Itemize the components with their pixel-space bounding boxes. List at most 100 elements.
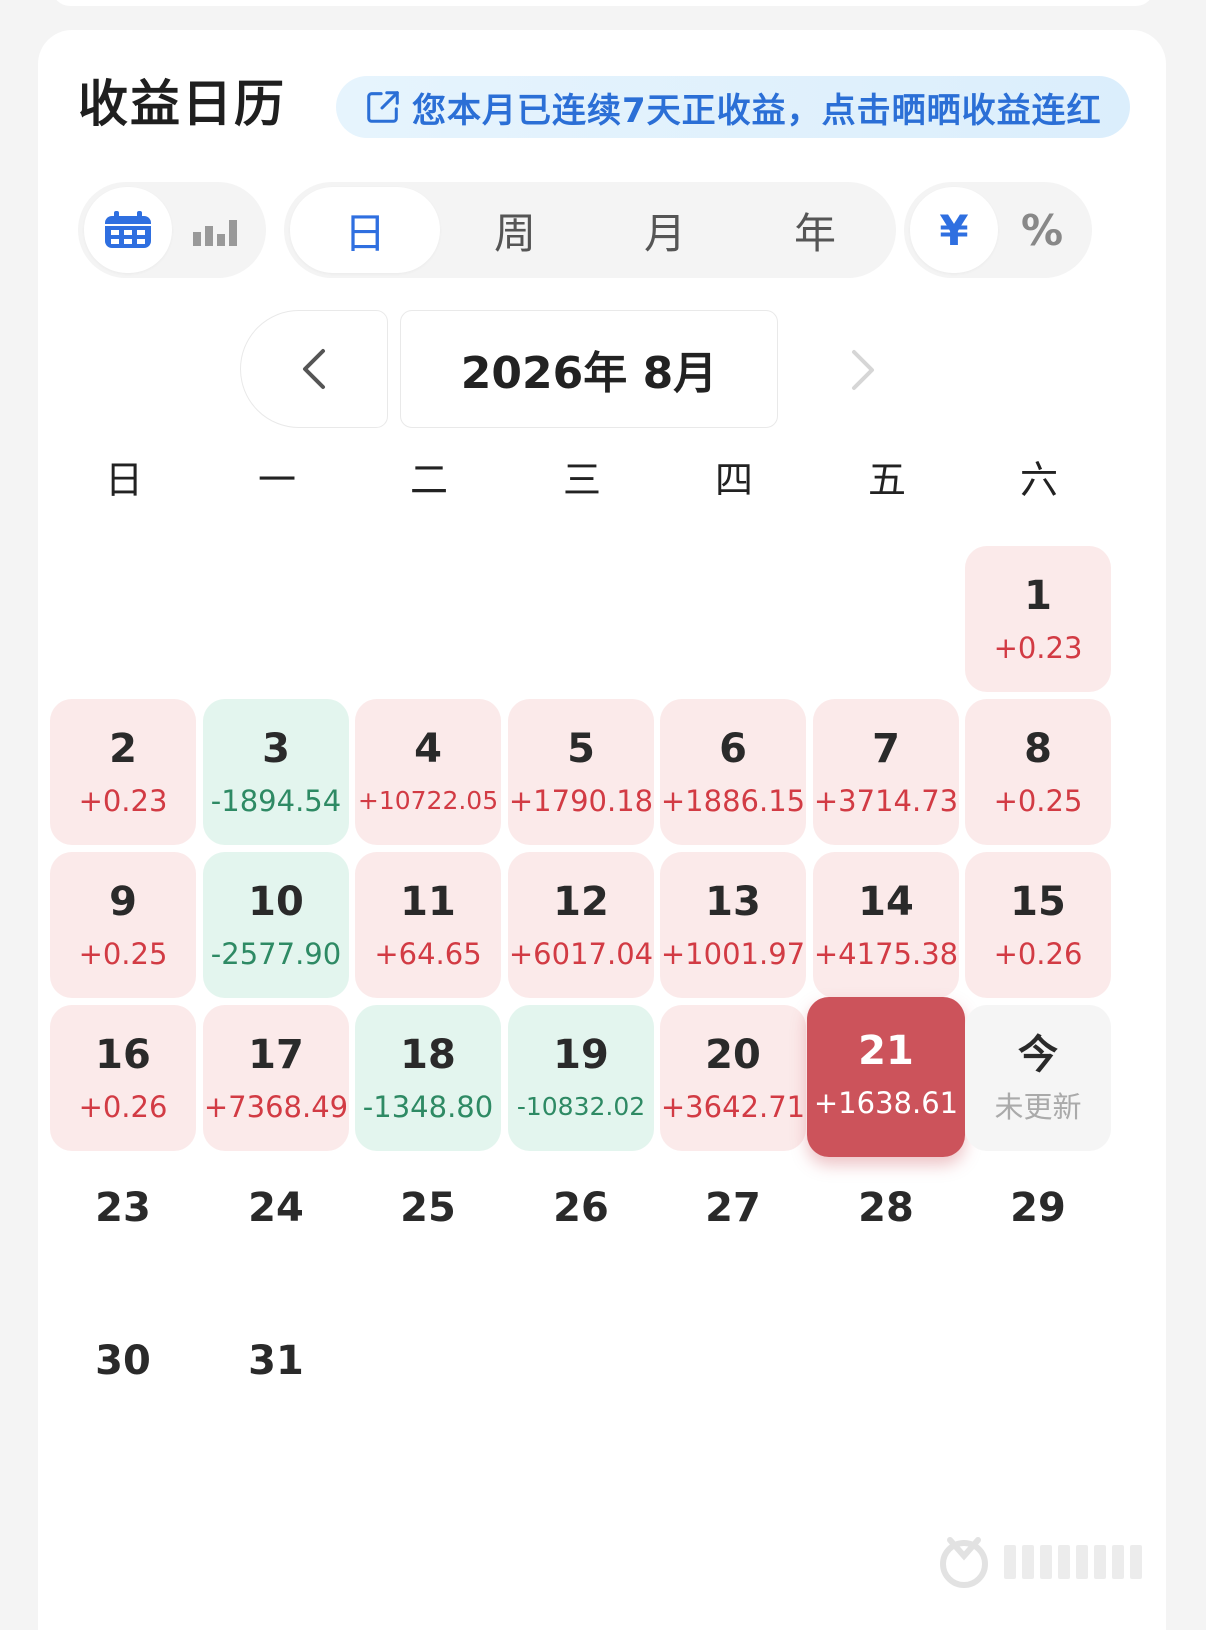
previous-month-button[interactable] (240, 310, 388, 428)
day-number: 19 (553, 1032, 609, 1078)
calendar-day[interactable]: 9 +0.25 (50, 852, 196, 998)
day-number: 16 (95, 1032, 151, 1078)
day-number: 31 (248, 1338, 304, 1384)
calendar-day[interactable]: 23 (50, 1158, 196, 1304)
tab-month[interactable]: 月 (590, 187, 740, 273)
calendar-day[interactable]: 24 (203, 1158, 349, 1304)
not-updated-label: 未更新 (994, 1090, 1082, 1124)
calendar-day[interactable]: 13 +1001.97 (660, 852, 806, 998)
weekday-label: 一 (257, 458, 296, 502)
calendar-day[interactable]: 10 -2577.90 (203, 852, 349, 998)
weekday-label: 四 (714, 458, 753, 502)
day-number: 5 (567, 726, 595, 772)
daily-pnl: -2577.90 (210, 937, 342, 971)
tab-week[interactable]: 周 (440, 187, 590, 273)
chevron-left-icon (303, 349, 325, 389)
next-month-button[interactable] (828, 330, 898, 410)
day-number: 18 (400, 1032, 456, 1078)
daily-pnl: +10722.05 (357, 786, 499, 815)
day-number: 20 (705, 1032, 761, 1078)
calendar-day[interactable]: 12 +6017.04 (508, 852, 654, 998)
watermark-logo-icon (940, 1537, 988, 1588)
day-number: 12 (553, 879, 609, 925)
calendar-day[interactable]: 18 -1348.80 (355, 1005, 501, 1151)
calendar-day[interactable]: 3 -1894.54 (203, 699, 349, 845)
day-number: 6 (719, 726, 747, 772)
streak-share-banner[interactable]: 您本月已连续7天正收益，点击晒晒收益连红 (336, 76, 1130, 138)
daily-pnl: +3642.71 (660, 1090, 806, 1124)
previous-card-edge (52, 0, 1154, 6)
daily-pnl: +0.26 (993, 937, 1083, 971)
day-number: 23 (95, 1185, 151, 1231)
calendar-day[interactable]: 6 +1886.15 (660, 699, 806, 845)
calendar-day[interactable]: 1 +0.23 (965, 546, 1111, 692)
view-toggle (78, 182, 266, 278)
calendar-day[interactable]: 5 +1790.18 (508, 699, 654, 845)
day-number: 2 (109, 726, 137, 772)
calendar-day[interactable]: 17 +7368.49 (203, 1005, 349, 1151)
day-number: 8 (1024, 726, 1052, 772)
day-number: 21 (858, 1028, 914, 1074)
calendar-day[interactable]: 8 +0.25 (965, 699, 1111, 845)
month-selector[interactable]: 2026年 8月 (400, 310, 778, 428)
weekday-label: 二 (409, 458, 448, 502)
weekday-label: 日 (104, 458, 143, 502)
calendar-day[interactable]: 26 (508, 1158, 654, 1304)
chevron-right-icon (852, 350, 874, 390)
day-number: 今 (1018, 1032, 1058, 1078)
calendar-day[interactable]: 11 +64.65 (355, 852, 501, 998)
weekday-label: 三 (562, 458, 601, 502)
amount-unit-button[interactable]: ¥ (910, 187, 998, 273)
unit-toggle: ¥ % (904, 182, 1092, 278)
calendar-day[interactable]: 27 (660, 1158, 806, 1304)
daily-pnl: +1886.15 (660, 784, 806, 818)
chart-view-button[interactable] (172, 187, 260, 273)
day-number: 17 (248, 1032, 304, 1078)
daily-pnl: +4175.38 (813, 937, 959, 971)
calendar-day[interactable]: 28 (813, 1158, 959, 1304)
calendar-day[interactable]: 29 (965, 1158, 1111, 1304)
calendar-day[interactable]: 19 -10832.02 (508, 1005, 654, 1151)
daily-pnl: +0.25 (78, 937, 168, 971)
calendar-day[interactable]: 4 +10722.05 (355, 699, 501, 845)
day-number: 3 (262, 726, 290, 772)
tab-year[interactable]: 年 (740, 187, 890, 273)
daily-pnl: +0.26 (78, 1090, 168, 1124)
day-number: 10 (248, 879, 304, 925)
day-number: 29 (1010, 1185, 1066, 1231)
day-number: 25 (400, 1185, 456, 1231)
banner-text: 您本月已连续7天正收益，点击晒晒收益连红 (412, 90, 1102, 131)
calendar-day[interactable]: 15 +0.26 (965, 852, 1111, 998)
day-number: 4 (414, 726, 442, 772)
percent-unit-button[interactable]: % (998, 187, 1086, 273)
daily-pnl: +0.23 (993, 631, 1083, 665)
calendar-day[interactable]: 20 +3642.71 (660, 1005, 806, 1151)
weekday-label: 六 (1019, 458, 1058, 502)
daily-pnl: +0.23 (78, 784, 168, 818)
calendar-day[interactable]: 21 +1638.61 (807, 997, 965, 1157)
calendar-day[interactable]: 25 (355, 1158, 501, 1304)
calendar-day[interactable]: 31 (203, 1311, 349, 1457)
daily-pnl: -10832.02 (516, 1092, 646, 1121)
day-number: 28 (858, 1185, 914, 1231)
calendar-day[interactable]: 30 (50, 1311, 196, 1457)
calendar-day[interactable]: 7 +3714.73 (813, 699, 959, 845)
daily-pnl: +1001.97 (660, 937, 806, 971)
day-number: 1 (1024, 573, 1052, 619)
calendar-view-button[interactable] (84, 187, 172, 273)
share-icon (367, 91, 399, 123)
calendar-day[interactable]: 2 +0.23 (50, 699, 196, 845)
day-number: 7 (872, 726, 900, 772)
calendar-day[interactable]: 16 +0.26 (50, 1005, 196, 1151)
tab-day[interactable]: 日 (290, 187, 440, 273)
day-number: 15 (1010, 879, 1066, 925)
daily-pnl: +64.65 (374, 937, 482, 971)
calendar-day-today[interactable]: 今未更新 (965, 1005, 1111, 1151)
day-number: 14 (858, 879, 914, 925)
day-number: 24 (248, 1185, 304, 1231)
watermark (936, 1532, 1166, 1592)
calendar-day[interactable]: 14 +4175.38 (813, 852, 959, 998)
earnings-calendar-card: 收益日历 您本月已连续7天正收益，点击晒晒收益连红 日 周 月 年 ¥ % 20… (38, 30, 1166, 1630)
daily-pnl: +3714.73 (813, 784, 959, 818)
daily-pnl: +6017.04 (508, 937, 654, 971)
